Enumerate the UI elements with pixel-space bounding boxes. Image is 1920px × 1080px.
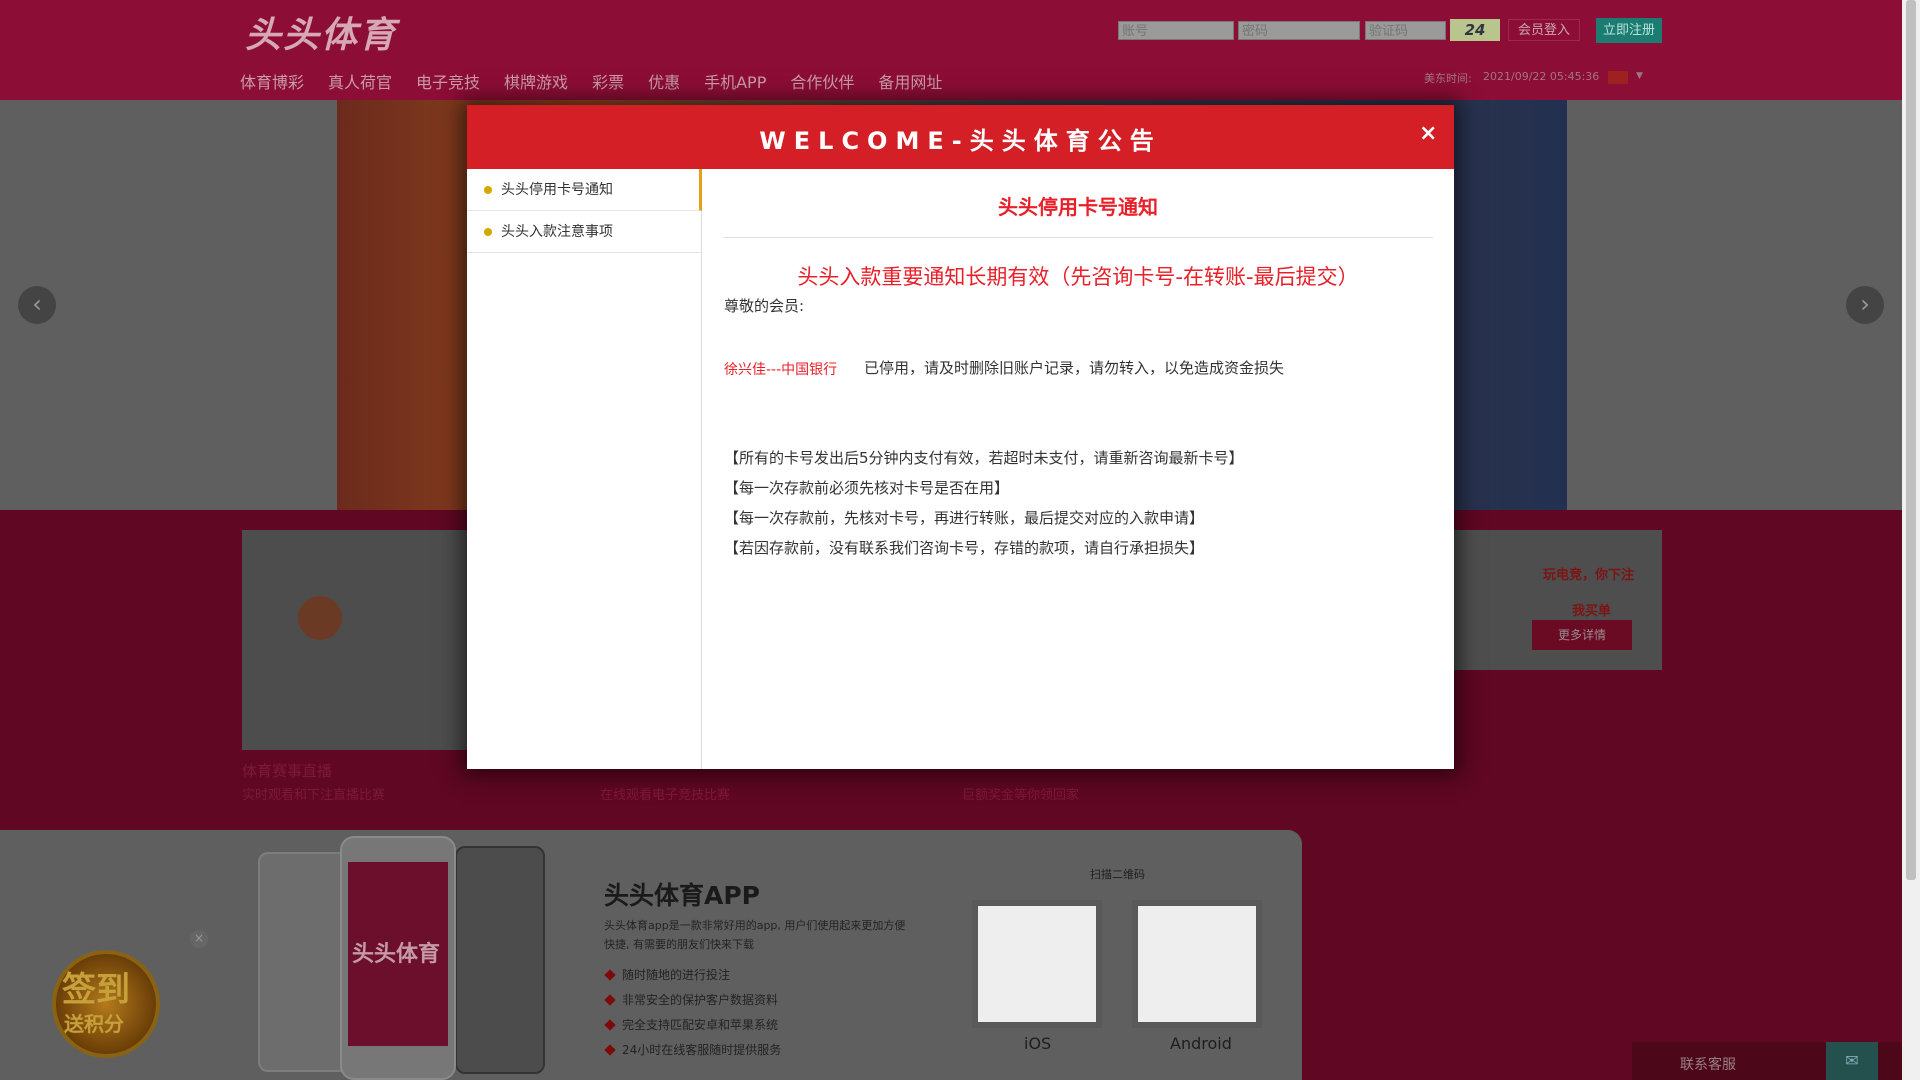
- content-title: 头头停用卡号通知: [998, 195, 1158, 219]
- captcha-image[interactable]: 24: [1450, 19, 1500, 41]
- basketball-icon: [298, 596, 342, 640]
- password-input[interactable]: [1238, 21, 1360, 40]
- phone-screen-logo: 头头体育: [352, 941, 441, 967]
- notice-rule: 【若因存款前，没有联系我们咨询卡号，存错的款项，请自行承担损失】: [724, 539, 1205, 557]
- content-divider: [723, 237, 1433, 238]
- nav-lottery[interactable]: 彩票: [592, 70, 624, 96]
- scrollbar-thumb[interactable]: [1906, 0, 1916, 880]
- app-bullet: 24小时在线客服随时提供服务: [604, 1041, 781, 1058]
- nav-chess-games[interactable]: 棋牌游戏: [504, 70, 568, 96]
- app-bullet: 非常安全的保护客户数据资料: [604, 991, 778, 1008]
- modal-sidebar: 头头停用卡号通知 头头入款注意事项: [467, 169, 702, 769]
- phone-mockup-left: [258, 852, 350, 1072]
- main-nav: 体育博彩 真人荷官 电子竞技 棋牌游戏 彩票 优惠 手机APP 合作伙伴 备用网…: [240, 70, 966, 96]
- content-greeting: 尊敬的会员:: [724, 297, 805, 315]
- notice-rule: 【每一次存款前必须先核对卡号是否在用】: [724, 479, 1010, 497]
- diamond-bullet-icon: [604, 969, 616, 981]
- diamond-bullet-icon: [604, 1019, 616, 1031]
- diamond-bullet-icon: [604, 994, 616, 1006]
- esports-promo-line2: 我买单: [1572, 604, 1612, 619]
- feature-sub-jackpot: 巨额奖金等你领回家: [962, 788, 1080, 803]
- more-details-button[interactable]: 更多详情: [1532, 620, 1632, 650]
- login-button[interactable]: 会员登入: [1508, 19, 1580, 41]
- sports-feature-image[interactable]: [242, 530, 467, 750]
- close-icon[interactable]: ×: [1419, 121, 1437, 146]
- app-title: 头头体育APP: [604, 881, 760, 910]
- feature-sub-sports: 实时观看和下注直播比赛: [242, 788, 386, 803]
- account-input[interactable]: [1118, 21, 1234, 40]
- ios-qr-code[interactable]: [972, 900, 1102, 1028]
- content-headline: 头头入款重要通知长期有效（先咨询卡号-在转账-最后提交）: [797, 265, 1359, 289]
- feature-title-sports: 体育赛事直播: [242, 762, 333, 780]
- notice-rule: 【每一次存款前，先核对卡号，再进行转账，最后提交对应的入款申请】: [724, 509, 1205, 527]
- sidebar-item-deposit-notes[interactable]: 头头入款注意事项: [467, 211, 702, 253]
- phone-mockup-right: [455, 846, 545, 1074]
- bank-status-message: 已停用，请及时删除旧账户记录，请勿转入，以免造成资金损失: [864, 359, 1285, 377]
- nav-esports[interactable]: 电子竞技: [416, 70, 480, 96]
- chat-icon[interactable]: ✉: [1826, 1042, 1878, 1080]
- android-qr-code[interactable]: [1132, 900, 1262, 1028]
- ios-label: iOS: [1024, 1034, 1052, 1053]
- contact-support-label[interactable]: 联系客服: [1680, 1054, 1736, 1074]
- time-label: 美东时间:: [1424, 72, 1472, 85]
- app-description: 头头体育app是一款非常好用的app, 用户们使用起来更加方便快捷, 有需要的朋…: [604, 919, 906, 951]
- time-value: 2021/09/22 05:45:36: [1483, 70, 1600, 83]
- signin-text: 签到: [62, 970, 130, 1010]
- notice-rule: 【所有的卡号发出后5分钟内支付有效，若超时未支付，请重新咨询最新卡号】: [724, 449, 1244, 467]
- modal-title: WELCOME-头头体育公告: [759, 127, 1162, 155]
- signin-points-text: 送积分: [64, 1012, 124, 1036]
- site-logo[interactable]: 头头体育: [245, 6, 397, 58]
- china-flag-icon[interactable]: [1608, 71, 1628, 84]
- announcement-modal: WELCOME-头头体育公告 × 头头停用卡号通知 头头入款注意事项 头头停用卡…: [467, 105, 1454, 769]
- scan-qr-label: 扫描二维码: [1090, 868, 1145, 881]
- sidebar-item-card-suspension[interactable]: 头头停用卡号通知: [467, 169, 702, 211]
- nav-mobile-app[interactable]: 手机APP: [704, 70, 766, 96]
- banner-next-arrow-icon[interactable]: ›: [1846, 286, 1884, 324]
- close-icon[interactable]: ×: [190, 930, 208, 948]
- nav-partners[interactable]: 合作伙伴: [790, 70, 854, 96]
- app-bullet: 随时随地的进行投注: [604, 966, 730, 983]
- nav-live-casino[interactable]: 真人荷官: [328, 70, 392, 96]
- captcha-input[interactable]: [1365, 21, 1446, 40]
- diamond-bullet-icon: [604, 1044, 616, 1056]
- register-button[interactable]: 立即注册: [1596, 18, 1662, 43]
- esports-promo-line1: 玩电竞，你下注: [1543, 568, 1635, 583]
- nav-sports[interactable]: 体育博彩: [240, 70, 304, 96]
- android-label: Android: [1170, 1034, 1232, 1053]
- bullet-dot-icon: [484, 228, 492, 236]
- bank-account-name: 徐兴佳---中国银行: [724, 362, 838, 378]
- app-bullet: 完全支持匹配安卓和苹果系统: [604, 1016, 778, 1033]
- banner-prev-arrow-icon[interactable]: ‹: [18, 286, 56, 324]
- feature-sub-esports: 在线观看电子竞技比赛: [600, 788, 731, 803]
- caret-down-icon[interactable]: ▼: [1636, 71, 1643, 81]
- bullet-dot-icon: [484, 186, 492, 194]
- nav-backup-url[interactable]: 备用网址: [878, 70, 942, 96]
- nav-promotions[interactable]: 优惠: [648, 70, 680, 96]
